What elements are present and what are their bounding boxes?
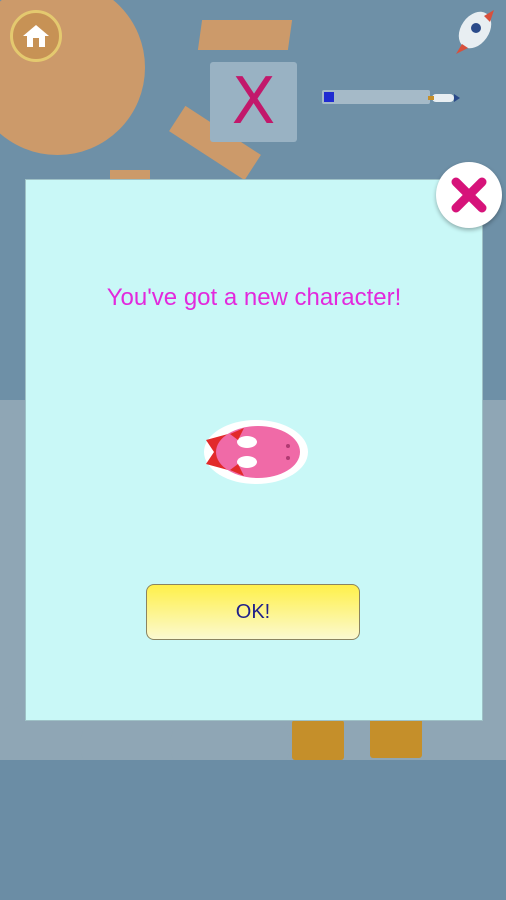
progress-bar	[322, 90, 430, 104]
home-button[interactable]	[10, 10, 62, 62]
rocket-icon	[456, 10, 494, 54]
close-icon	[451, 177, 487, 213]
replay-button-background	[292, 720, 344, 760]
home-icon	[23, 25, 49, 47]
sun-ray	[197, 20, 293, 50]
ground	[0, 760, 506, 900]
ok-button[interactable]: OK!	[146, 584, 360, 640]
letter-card: X	[210, 62, 297, 142]
reward-dialog: You've got a new character! OK!	[26, 180, 482, 720]
dialog-message: You've got a new character!	[106, 284, 402, 311]
mini-rocket-icon	[428, 94, 460, 102]
rocket-button[interactable]	[450, 6, 500, 58]
progress-fill	[324, 92, 334, 102]
close-button[interactable]	[436, 162, 502, 228]
pink-fish-character	[204, 420, 308, 484]
current-letter: X	[231, 65, 276, 139]
